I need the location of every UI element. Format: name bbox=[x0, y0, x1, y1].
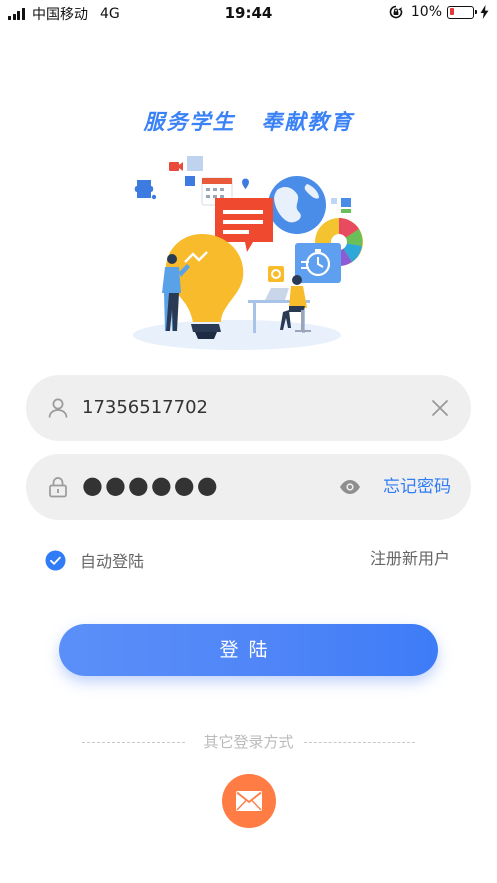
checkbox-checked-icon[interactable] bbox=[45, 550, 66, 571]
status-bar: 中国移动 4G 19:44 10% bbox=[0, 0, 497, 26]
slogan-part2: 奉献教育 bbox=[261, 110, 354, 134]
slogan: 服务学生 奉献教育 bbox=[0, 106, 497, 136]
password-field[interactable]: ●●●●●● 忘记密码 bbox=[26, 454, 471, 520]
charging-icon bbox=[480, 5, 489, 19]
password-input-value[interactable]: ●●●●●● bbox=[82, 473, 220, 497]
auto-login-label: 自动登陆 bbox=[80, 552, 145, 571]
rotation-lock-icon bbox=[389, 5, 403, 19]
eye-icon[interactable] bbox=[339, 477, 361, 497]
phone-field[interactable]: 17356517702 bbox=[26, 375, 471, 441]
forgot-password-link[interactable]: 忘记密码 bbox=[383, 475, 451, 499]
mail-login-button[interactable] bbox=[222, 774, 276, 828]
other-login-label: 其它登录方式 bbox=[203, 733, 294, 751]
battery-icon bbox=[447, 5, 477, 19]
status-right: 10% bbox=[389, 4, 489, 20]
user-icon bbox=[48, 398, 68, 418]
slogan-part1: 服务学生 bbox=[143, 110, 236, 134]
mail-icon bbox=[236, 791, 262, 811]
education-illustration bbox=[133, 156, 363, 350]
other-login-divider: 其它登录方式 bbox=[0, 732, 497, 752]
auto-login-toggle[interactable]: 自动登陆 bbox=[45, 548, 144, 572]
register-link[interactable]: 注册新用户 bbox=[370, 548, 450, 569]
login-button[interactable]: 登陆 bbox=[59, 624, 438, 676]
clear-icon[interactable] bbox=[429, 397, 451, 419]
lock-icon bbox=[49, 477, 67, 498]
battery-percent: 10% bbox=[410, 4, 442, 20]
phone-input-value[interactable]: 17356517702 bbox=[82, 396, 208, 420]
